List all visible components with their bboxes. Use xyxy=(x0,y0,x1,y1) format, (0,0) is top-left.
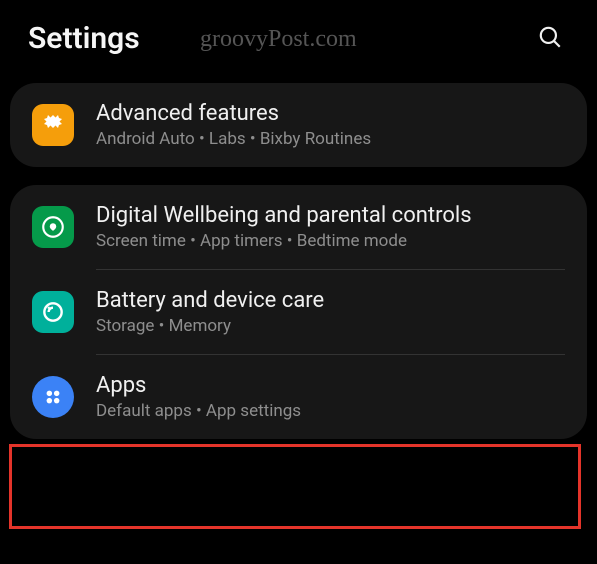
settings-item-battery-device-care[interactable]: Battery and device care Storage • Memory xyxy=(10,270,587,354)
settings-section-1: Advanced features Android Auto • Labs • … xyxy=(10,83,587,167)
item-text: Advanced features Android Auto • Labs • … xyxy=(96,101,565,149)
search-button[interactable] xyxy=(531,18,569,59)
item-text: Digital Wellbeing and parental controls … xyxy=(96,203,565,251)
search-icon xyxy=(537,38,563,53)
settings-item-advanced-features[interactable]: Advanced features Android Auto • Labs • … xyxy=(10,83,587,167)
item-subtitle: Default apps • App settings xyxy=(96,401,565,421)
battery-device-care-icon xyxy=(32,291,74,333)
page-title: Settings xyxy=(28,21,140,56)
settings-item-apps[interactable]: Apps Default apps • App settings xyxy=(10,355,587,439)
item-text: Apps Default apps • App settings xyxy=(96,373,565,421)
highlight-annotation xyxy=(9,444,581,529)
item-title: Advanced features xyxy=(96,101,565,126)
advanced-features-icon xyxy=(32,104,74,146)
item-text: Battery and device care Storage • Memory xyxy=(96,288,565,336)
apps-icon xyxy=(32,376,74,418)
item-subtitle: Screen time • App timers • Bedtime mode xyxy=(96,231,565,251)
item-title: Apps xyxy=(96,373,565,398)
digital-wellbeing-icon xyxy=(32,206,74,248)
item-title: Digital Wellbeing and parental controls xyxy=(96,203,565,228)
settings-item-digital-wellbeing[interactable]: Digital Wellbeing and parental controls … xyxy=(10,185,587,269)
settings-section-2: Digital Wellbeing and parental controls … xyxy=(10,185,587,439)
item-title: Battery and device care xyxy=(96,288,565,313)
item-subtitle: Storage • Memory xyxy=(96,316,565,336)
item-subtitle: Android Auto • Labs • Bixby Routines xyxy=(96,129,565,149)
settings-header: Settings xyxy=(0,0,597,83)
